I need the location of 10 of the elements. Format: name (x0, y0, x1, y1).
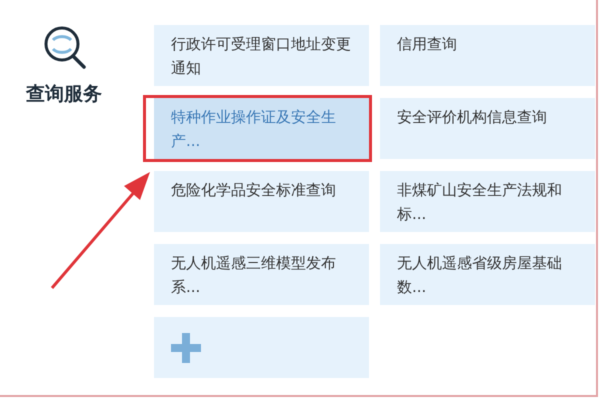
service-tile[interactable]: 非煤矿山安全生产法规和标... (380, 171, 595, 232)
service-tile[interactable]: 信用查询 (380, 25, 595, 86)
service-tile[interactable]: 行政许可受理窗口地址变更通知 (154, 25, 369, 86)
service-tile[interactable]: 无人机遥感三维模型发布系... (154, 244, 369, 305)
service-tile[interactable]: 危险化学品安全标准查询 (154, 171, 369, 232)
service-tile[interactable]: 无人机遥感省级房屋基础数... (380, 244, 595, 305)
add-tile[interactable] (154, 317, 369, 378)
service-tile[interactable]: 安全评价机构信息查询 (380, 98, 595, 159)
section-title: 查询服务 (26, 82, 102, 107)
plus-icon (171, 332, 201, 362)
